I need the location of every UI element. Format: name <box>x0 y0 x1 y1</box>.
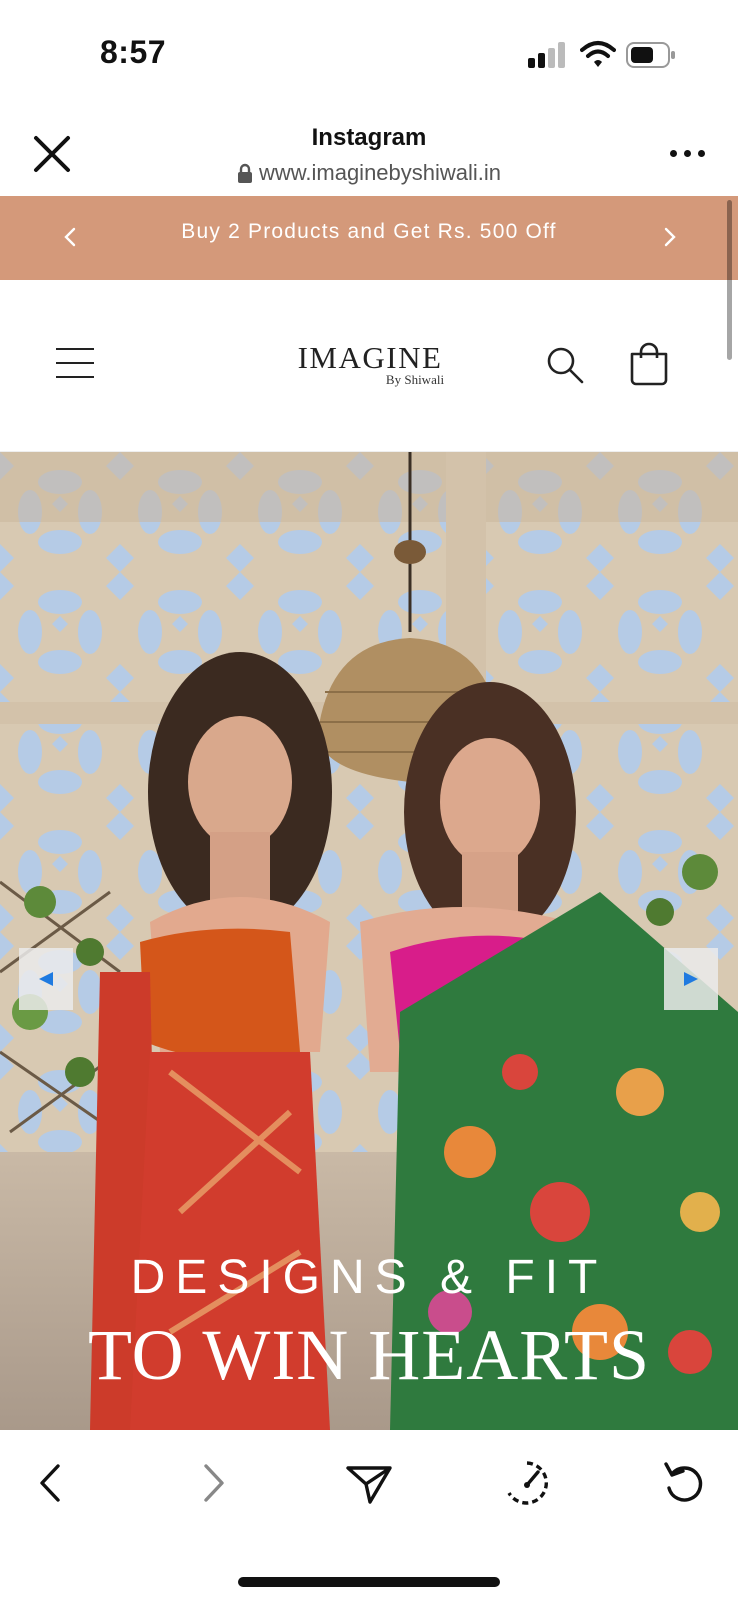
chevron-right-icon[interactable] <box>654 222 684 252</box>
back-icon[interactable] <box>28 1458 78 1508</box>
hero-banner[interactable]: DESIGNS & FIT TO WIN HEARTS <box>0 452 738 1430</box>
reload-icon[interactable] <box>660 1458 710 1508</box>
browser-url-row[interactable]: www.imaginebyshiwali.in <box>0 160 738 186</box>
browser-title: Instagram <box>311 124 427 151</box>
cart-icon[interactable] <box>628 342 670 386</box>
share-icon[interactable] <box>344 1458 394 1508</box>
lock-icon <box>237 163 252 183</box>
status-bar: 8:57 <box>0 0 738 110</box>
logo-main-text: IMAGINE <box>297 340 443 375</box>
announcement-bar: Buy 2 Products and Get Rs. 500 Off <box>0 196 738 280</box>
announcement-text: Buy 2 Products and Get Rs. 500 Off <box>181 220 557 243</box>
slide-prev-button[interactable] <box>19 948 73 1010</box>
home-indicator[interactable] <box>238 1577 500 1587</box>
browser-url: www.imaginebyshiwali.in <box>258 160 502 185</box>
menu-icon[interactable] <box>56 346 94 380</box>
status-time: 8:57 <box>100 34 167 70</box>
forward-icon[interactable] <box>186 1458 236 1508</box>
slide-next-button[interactable] <box>664 948 718 1010</box>
site-logo[interactable]: IMAGINE By Shiwali <box>260 340 480 388</box>
search-icon[interactable] <box>544 344 586 386</box>
browser-header: Instagram www.imaginebyshiwali.in <box>0 110 738 196</box>
play-left-icon <box>39 972 53 986</box>
play-right-icon <box>684 972 698 986</box>
hero-heading-line1: DESIGNS & FIT <box>130 1251 608 1304</box>
site-header: IMAGINE By Shiwali <box>0 280 738 452</box>
cellular-signal-icon <box>528 42 565 68</box>
page-scrollbar[interactable] <box>727 200 732 360</box>
speed-icon[interactable] <box>502 1458 552 1508</box>
battery-icon <box>626 42 675 68</box>
browser-toolbar <box>0 1430 738 1600</box>
wifi-icon <box>580 41 616 67</box>
hero-heading-line2: TO WIN HEARTS <box>88 1315 650 1395</box>
more-icon[interactable] <box>668 142 708 166</box>
